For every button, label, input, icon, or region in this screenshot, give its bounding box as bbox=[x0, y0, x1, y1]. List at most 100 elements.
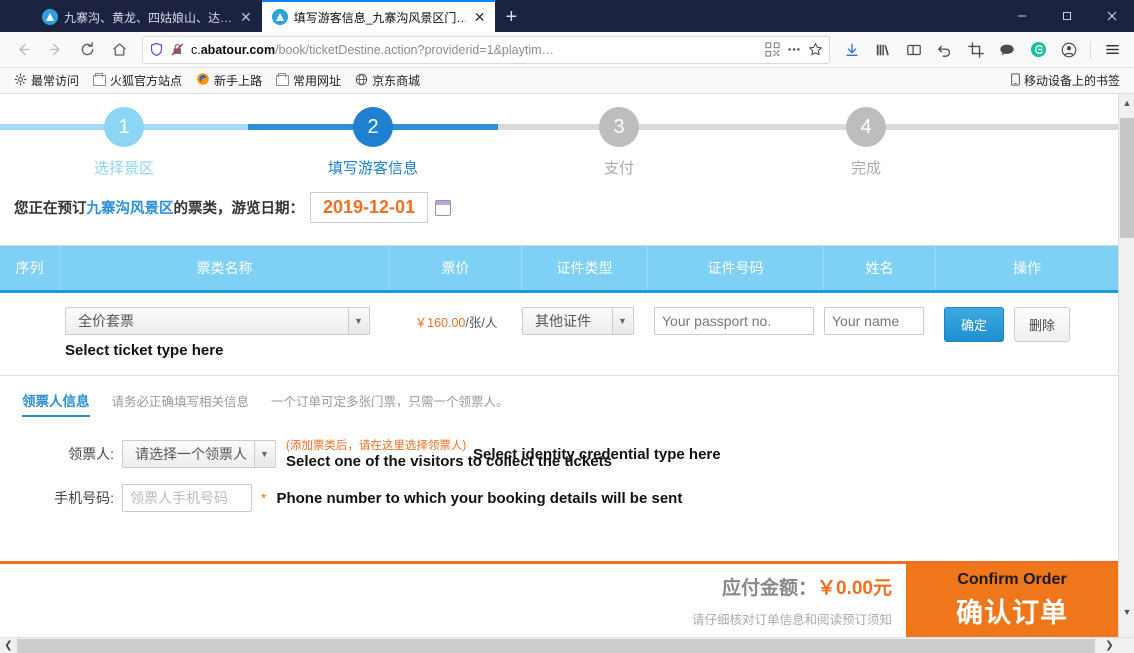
url-text: c.abatour.com/book/ticketDestine.action?… bbox=[191, 42, 555, 57]
step-4[interactable]: 4 完成 bbox=[806, 102, 926, 178]
cell-credential-type: 其他证件 ▼ bbox=[522, 307, 648, 335]
grammarly-icon[interactable] bbox=[1024, 36, 1052, 64]
scroll-down-icon[interactable]: ▼ bbox=[1119, 603, 1134, 620]
credential-type-select[interactable]: 其他证件 ▼ bbox=[522, 307, 634, 335]
bookmark-getting-started[interactable]: 新手上路 bbox=[190, 70, 268, 91]
ticket-price-value: ￥160.00 bbox=[414, 316, 466, 330]
globe-icon bbox=[355, 73, 368, 89]
collector-select[interactable]: 请选择一个领票人 ▼ bbox=[122, 439, 276, 468]
chat-icon[interactable] bbox=[993, 36, 1021, 64]
ticket-type-annotation: Select ticket type here bbox=[65, 342, 224, 359]
delete-row-button[interactable]: 删除 bbox=[1014, 307, 1071, 342]
browser-title-bar: 九寨沟、黄龙、四姑娘山、达… ✕ 填写游客信息_九寨沟风景区门… ✕ + bbox=[0, 0, 1134, 32]
phone-input[interactable]: 领票人手机号码 bbox=[122, 484, 252, 512]
page-actions-icon[interactable] bbox=[786, 42, 802, 57]
step-3-number: 3 bbox=[599, 107, 639, 147]
collector-picker-label: 领票人: bbox=[68, 445, 114, 462]
collector-hint-2: 一个订单可定多张门票，只需一个领票人。 bbox=[271, 395, 509, 409]
toolbar-separator bbox=[1090, 40, 1091, 59]
credential-type-value: 其他证件 bbox=[535, 313, 591, 329]
passport-number-input[interactable]: Your passport no. bbox=[654, 307, 814, 335]
bookmark-firefox-site[interactable]: 火狐官方站点 bbox=[87, 70, 188, 91]
browser-tab-2-active[interactable]: 填写游客信息_九寨沟风景区门… ✕ bbox=[261, 0, 496, 32]
tab-strip: 九寨沟、黄龙、四姑娘山、达… ✕ 填写游客信息_九寨沟风景区门… ✕ + bbox=[0, 0, 527, 32]
col-header-credential-no: 证件号码 bbox=[648, 246, 824, 290]
scroll-up-icon[interactable]: ▲ bbox=[1119, 94, 1134, 111]
close-icon[interactable] bbox=[1089, 0, 1134, 32]
tab-close-icon[interactable]: ✕ bbox=[238, 10, 254, 24]
visit-date-field[interactable]: 2019-12-01 bbox=[310, 192, 429, 223]
browser-tab-1[interactable]: 九寨沟、黄龙、四姑娘山、达… ✕ bbox=[32, 2, 262, 32]
credential-type-annotation: Select identity credential type here bbox=[473, 446, 721, 463]
step-1[interactable]: 1 选择景区 bbox=[64, 102, 184, 178]
back-arrow-icon[interactable] bbox=[8, 36, 38, 64]
col-header-name: 姓名 bbox=[824, 246, 936, 290]
tab-title: 填写游客信息_九寨沟风景区门… bbox=[293, 10, 466, 25]
collector-tabs: 领票人信息 请务必正确填写相关信息 一个订单可定多张门票，只需一个领票人。 bbox=[0, 390, 1118, 417]
horizontal-scroll-thumb[interactable] bbox=[17, 639, 1095, 653]
maximize-icon[interactable] bbox=[1044, 0, 1089, 32]
table-row: 全价套票 ▼ Select ticket type here ￥160.00/张… bbox=[0, 293, 1118, 371]
home-icon[interactable] bbox=[104, 36, 134, 64]
col-header-actions: 操作 bbox=[1013, 260, 1041, 276]
bookmark-common-sites[interactable]: 常用网址 bbox=[270, 70, 347, 91]
order-amount: 应付金额：￥0.00元 bbox=[722, 573, 892, 600]
forward-arrow-icon[interactable] bbox=[40, 36, 70, 64]
calendar-icon[interactable] bbox=[435, 199, 452, 216]
shield-icon[interactable] bbox=[149, 42, 164, 57]
qr-code-icon[interactable] bbox=[765, 42, 780, 57]
visitor-name-input[interactable]: Your name bbox=[824, 307, 924, 335]
bookmark-label: 移动设备上的书签 bbox=[1023, 74, 1120, 88]
vertical-scrollbar[interactable]: ▲ ▼ bbox=[1118, 94, 1134, 637]
tab-close-icon[interactable]: ✕ bbox=[472, 10, 488, 24]
collector-phone-row: 手机号码: 领票人手机号码 * Phone number to which yo… bbox=[0, 484, 1118, 512]
bookmark-star-icon[interactable] bbox=[808, 42, 823, 57]
window-controls bbox=[999, 0, 1134, 32]
booking-page: 1 选择景区 2 填写游客信息 3 支付 4 完成 您正在预订 九寨沟风景区 的… bbox=[0, 94, 1118, 637]
insecure-lock-icon[interactable] bbox=[170, 42, 185, 57]
scroll-left-icon[interactable]: ❮ bbox=[0, 638, 17, 653]
bookmark-label: 火狐官方站点 bbox=[110, 74, 183, 88]
menu-icon[interactable] bbox=[1098, 36, 1126, 64]
bookmark-mobile-bookmarks[interactable]: 移动设备上的书签 bbox=[1005, 70, 1126, 91]
tab-collector-info[interactable]: 领票人信息 bbox=[22, 390, 90, 417]
tab-favicon bbox=[42, 9, 58, 25]
ticket-table-header: 序列 票类名称 票价 证件类型 证件号码 姓名 操作 bbox=[0, 245, 1118, 293]
vertical-scroll-thumb[interactable] bbox=[1120, 118, 1134, 238]
progress-stepper: 1 选择景区 2 填写游客信息 3 支付 4 完成 bbox=[0, 102, 1118, 178]
step-2-number: 2 bbox=[353, 107, 393, 147]
download-icon[interactable] bbox=[838, 36, 866, 64]
booking-scenic-spot: 九寨沟风景区 bbox=[86, 201, 174, 217]
scroll-right-icon[interactable]: ❯ bbox=[1101, 638, 1118, 653]
bookmark-jd-mall[interactable]: 京东商城 bbox=[349, 70, 426, 91]
col-header-ticket-name: 票类名称 bbox=[60, 246, 390, 290]
step-2-label: 填写游客信息 bbox=[327, 160, 418, 177]
bookmark-label: 新手上路 bbox=[214, 74, 263, 88]
step-2[interactable]: 2 填写游客信息 bbox=[313, 102, 433, 178]
bookmark-most-visited[interactable]: 最常访问 bbox=[8, 70, 85, 91]
confirm-row-button[interactable]: 确定 bbox=[944, 307, 1005, 342]
new-tab-button[interactable]: + bbox=[495, 7, 527, 32]
minimize-icon[interactable] bbox=[999, 0, 1044, 32]
cell-credential-no: Your passport no. bbox=[648, 307, 824, 335]
booking-middle: 的票类，游览日期： bbox=[173, 201, 305, 217]
browser-nav-toolbar: c.abatour.com/book/ticketDestine.action?… bbox=[0, 32, 1134, 68]
cell-actions: 确定 删除 bbox=[936, 307, 1118, 342]
undo-icon[interactable] bbox=[931, 36, 959, 64]
firefox-icon bbox=[196, 72, 210, 89]
step-3[interactable]: 3 支付 bbox=[559, 102, 679, 178]
confirm-order-button[interactable]: Confirm Order 确认订单 bbox=[906, 564, 1118, 637]
sidebar-icon[interactable] bbox=[900, 36, 928, 64]
order-amount-label: 应付金额： bbox=[722, 578, 818, 599]
url-bar[interactable]: c.abatour.com/book/ticketDestine.action?… bbox=[142, 35, 830, 64]
ticket-type-select[interactable]: 全价套票 ▼ bbox=[65, 307, 370, 335]
horizontal-scrollbar[interactable]: ❮ ❯ bbox=[0, 637, 1134, 653]
crop-icon[interactable] bbox=[962, 36, 990, 64]
reload-icon[interactable] bbox=[72, 36, 102, 64]
booking-prefix: 您正在预订 bbox=[14, 201, 87, 217]
library-icon[interactable] bbox=[869, 36, 897, 64]
cell-ticket-type: 全价套票 ▼ Select ticket type here bbox=[60, 307, 390, 359]
cell-price: ￥160.00/张/人 bbox=[390, 307, 522, 331]
account-icon[interactable] bbox=[1055, 36, 1083, 64]
col-header-index: 序列 bbox=[0, 246, 60, 290]
